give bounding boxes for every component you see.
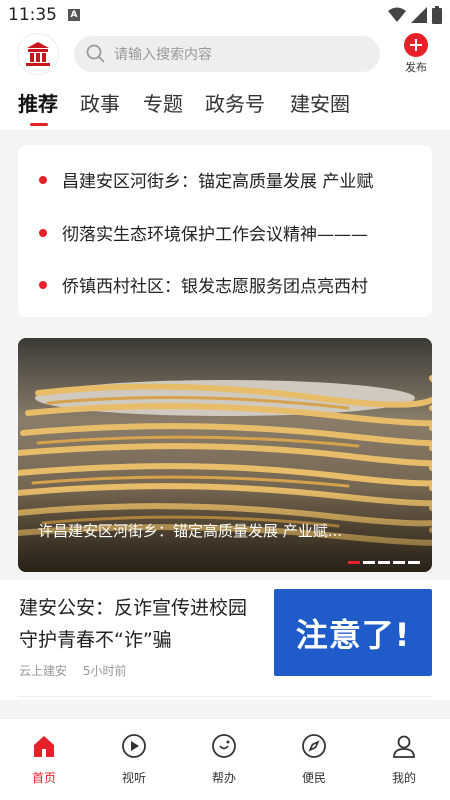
headline-list: 昌建安区河街乡：锚定高质量发展 产业赋 彻落实生态环境保护工作会议精神——— 侨… — [18, 145, 432, 317]
headline-text: 昌建安区河街乡：锚定高质量发展 产业赋 — [62, 172, 374, 192]
article-time: 5小时前 — [82, 664, 127, 678]
article-meta: 云上建安 5小时前 — [19, 662, 138, 679]
battery-icon — [432, 6, 442, 24]
carousel-indicator — [348, 561, 420, 564]
wifi-icon — [388, 7, 406, 22]
notification-icon: A — [68, 9, 80, 21]
status-time: 11:35 — [8, 5, 57, 25]
article-card[interactable]: 建安公安：反诈宣传进校园 守护青春不“诈”骗 云上建安 5小时前 注意了! — [0, 580, 450, 700]
carousel-dot[interactable] — [348, 561, 360, 564]
headline-item[interactable]: 彻落实生态环境保护工作会议精神——— — [18, 218, 432, 248]
headline-text: 侨镇西村社区：银发志愿服务团点亮西村 — [62, 277, 368, 297]
headline-item[interactable]: 侨镇西村社区：银发志愿服务团点亮西村 — [18, 270, 432, 300]
active-tab-indicator — [30, 123, 48, 126]
publish-button[interactable]: 发布 — [398, 33, 434, 75]
headline-text: 彻落实生态环境保护工作会议精神——— — [62, 225, 368, 245]
nav-label: 便民 — [301, 771, 326, 785]
carousel-dot[interactable] — [378, 561, 390, 564]
banner-carousel[interactable]: 许昌建安区河街乡：锚定高质量发展 产业赋... — [18, 338, 432, 572]
search-bar[interactable]: 请输入搜索内容 — [74, 36, 380, 72]
signal-icon — [411, 7, 427, 23]
status-bar: 11:35 A — [0, 0, 450, 30]
nav-label: 我的 — [391, 771, 416, 785]
carousel-dot[interactable] — [393, 561, 405, 564]
play-icon — [122, 734, 146, 758]
profile-icon — [393, 735, 415, 758]
header: 请输入搜索内容 发布 — [0, 30, 450, 80]
home-icon — [34, 736, 54, 757]
nav-label: 视听 — [121, 771, 146, 785]
nav-label: 帮办 — [211, 771, 236, 785]
tab-recommend[interactable]: 推荐 — [18, 88, 58, 117]
divider — [18, 696, 432, 697]
status-icons — [388, 6, 442, 24]
thumbnail-text: 注意了! — [295, 615, 411, 654]
headline-item[interactable]: 昌建安区河街乡：锚定高质量发展 产业赋 — [18, 165, 432, 195]
bullet-icon — [39, 176, 47, 184]
article-thumbnail: 注意了! — [274, 589, 432, 676]
nav-help[interactable]: 帮办 — [194, 733, 254, 786]
tab-politics[interactable]: 政事 — [80, 88, 120, 117]
help-icon — [212, 734, 236, 758]
bullet-icon — [39, 281, 47, 289]
nav-home[interactable]: 首页 — [14, 733, 74, 786]
banner-caption: 许昌建安区河街乡：锚定高质量发展 产业赋... — [38, 522, 343, 540]
carousel-dot[interactable] — [363, 561, 375, 564]
search-icon — [86, 44, 105, 63]
nav-label: 首页 — [31, 771, 56, 785]
bottom-nav: 首页 视听 帮办 便民 我的 — [0, 718, 450, 800]
category-tabs: 推荐 政事 专题 政务号 建安圈 — [0, 80, 450, 130]
nav-services[interactable]: 便民 — [284, 733, 344, 786]
article-source: 云上建安 — [19, 664, 68, 678]
article-title: 建安公安：反诈宣传进校园 守护青春不“诈”骗 — [19, 597, 248, 651]
tab-gov-accounts[interactable]: 政务号 — [205, 88, 265, 117]
tab-jianan-circle[interactable]: 建安圈 — [290, 88, 350, 117]
carousel-dot[interactable] — [408, 561, 420, 564]
app-logo[interactable] — [17, 33, 59, 75]
bullet-icon — [39, 229, 47, 237]
nav-media[interactable]: 视听 — [104, 733, 164, 786]
logo-icon — [26, 42, 50, 66]
nav-profile[interactable]: 我的 — [374, 733, 434, 786]
compass-icon — [302, 734, 326, 758]
add-icon — [404, 33, 428, 57]
search-placeholder: 请输入搜索内容 — [114, 47, 212, 63]
publish-label: 发布 — [405, 61, 427, 74]
tab-topics[interactable]: 专题 — [143, 88, 183, 117]
